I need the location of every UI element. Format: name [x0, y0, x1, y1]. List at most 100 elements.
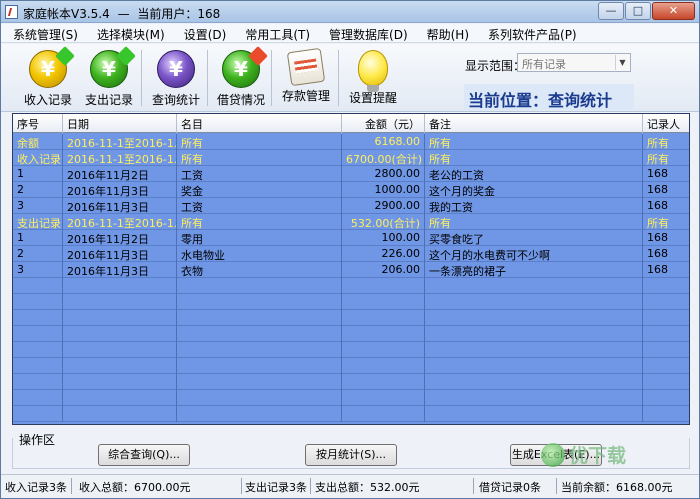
status-divider [556, 478, 557, 494]
cell-amount: 6168.00 [342, 134, 425, 150]
toolbar-separator [338, 50, 339, 106]
cell-index [13, 358, 63, 374]
cell-item [177, 406, 342, 422]
cell-date: 2016年11月3日 [63, 182, 177, 198]
cell-amount [342, 326, 425, 342]
cell-recorder [643, 374, 689, 390]
records-table: 序号 日期 名目 金额（元） 备注 记录人 余额 2016-11-1至2016-1… [12, 113, 690, 425]
cell-index [13, 326, 63, 342]
loan-status-button[interactable]: ¥ 借贷情况 [209, 46, 273, 108]
table-row[interactable]: 3 2016年11月3日 工资 2900.00 我的工资 168 [13, 198, 689, 214]
cell-amount [342, 358, 425, 374]
cell-recorder [643, 342, 689, 358]
table-row[interactable]: 收入记录 2016-11-1至2016-1... 所有 6700.00(合计) 所有 所有 [13, 150, 689, 166]
cell-note [425, 390, 643, 406]
close-button[interactable]: ✕ [652, 2, 695, 20]
expense-record-button[interactable]: ¥ 支出记录 [77, 46, 141, 108]
cell-date [63, 358, 177, 374]
tool-label: 存款管理 [281, 89, 330, 103]
table-row[interactable] [13, 310, 689, 326]
cell-index: 1 [13, 166, 63, 182]
toolbar: ¥ 收入记录 ¥ 支出记录 ¥ 查询统计 ¥ 借贷情况 存款管理 设置提醒 显示… [1, 44, 699, 112]
combined-query-button[interactable]: 综合查询(Q)... [98, 444, 190, 466]
app-icon [5, 5, 18, 19]
cell-note [425, 358, 643, 374]
cell-item [177, 374, 342, 390]
menu-system[interactable]: 系统管理(S) [1, 24, 85, 42]
table-row[interactable] [13, 374, 689, 390]
minimize-button[interactable]: — [598, 2, 624, 20]
cell-date: 2016年11月3日 [63, 198, 177, 214]
cell-note [425, 326, 643, 342]
table-row[interactable]: 3 2016年11月3日 衣物 206.00 一条漂亮的裙子 168 [13, 262, 689, 278]
table-row[interactable]: 支出记录 2016-11-1至2016-1... 所有 532.00(合计) 所有 所有 [13, 214, 689, 230]
table-row[interactable]: 1 2016年11月2日 零用 100.00 买零食吃了 168 [13, 230, 689, 246]
cell-note [425, 342, 643, 358]
cell-item [177, 390, 342, 406]
cell-amount: 6700.00(合计) [342, 150, 425, 166]
table-row[interactable] [13, 406, 689, 422]
cell-index [13, 310, 63, 326]
chevron-down-icon[interactable]: ▼ [615, 55, 629, 70]
cell-item: 工资 [177, 198, 342, 214]
query-magnifier-icon: ¥ [157, 50, 195, 88]
cell-date: 2016-11-1至2016-1... [63, 214, 177, 230]
col-note[interactable]: 备注 [425, 114, 643, 133]
table-row[interactable]: 1 2016年11月2日 工资 2800.00 老公的工资 168 [13, 166, 689, 182]
menu-module[interactable]: 选择模块(M) [85, 24, 172, 42]
expense-count: 支出记录3条 [245, 481, 307, 494]
range-value: 所有记录 [522, 58, 566, 71]
col-index[interactable]: 序号 [13, 114, 63, 133]
cell-note: 老公的工资 [425, 166, 643, 182]
table-row[interactable]: 2 2016年11月3日 奖金 1000.00 这个月的奖金 168 [13, 182, 689, 198]
range-select[interactable]: 所有记录 ▼ [517, 53, 631, 72]
menu-settings[interactable]: 设置(D) [172, 24, 234, 42]
title-separator: — [117, 7, 130, 21]
table-row[interactable] [13, 390, 689, 406]
monthly-stats-button[interactable]: 按月统计(S)... [305, 444, 397, 466]
table-row[interactable] [13, 278, 689, 294]
cell-item [177, 294, 342, 310]
income-record-button[interactable]: ¥ 收入记录 [16, 46, 80, 108]
menu-products[interactable]: 系列软件产品(P) [476, 24, 584, 42]
cell-note: 一条漂亮的裙子 [425, 262, 643, 278]
cell-index [13, 406, 63, 422]
maximize-button[interactable]: □ [625, 2, 651, 20]
col-item[interactable]: 名目 [177, 114, 342, 133]
col-recorder[interactable]: 记录人 [643, 114, 689, 133]
table-row[interactable] [13, 294, 689, 310]
table-row[interactable] [13, 342, 689, 358]
menu-tools[interactable]: 常用工具(T) [233, 24, 317, 42]
app-title: 家庭帐本V3.5.4 [23, 7, 110, 21]
menu-bar: 系统管理(S) 选择模块(M) 设置(D) 常用工具(T) 管理数据库(D) 帮… [1, 24, 699, 43]
cell-note: 所有 [425, 150, 643, 166]
title-bar[interactable]: 家庭帐本V3.5.4 — 当前用户：168 — □ ✕ [1, 1, 699, 23]
cell-item [177, 326, 342, 342]
cell-date [63, 342, 177, 358]
current-user: 当前用户：168 [137, 7, 221, 21]
deposit-manage-button[interactable]: 存款管理 [274, 46, 338, 108]
cell-date: 2016年11月2日 [63, 230, 177, 246]
col-date[interactable]: 日期 [63, 114, 177, 133]
loan-count: 借贷记录0条 [479, 481, 541, 494]
cell-item: 水电物业 [177, 246, 342, 262]
loan-coin-icon: ¥ [222, 46, 268, 88]
toolbar-separator [141, 50, 142, 106]
table-row[interactable] [13, 358, 689, 374]
cell-amount: 2900.00 [342, 198, 425, 214]
table-row[interactable]: 2 2016年11月3日 水电物业 226.00 这个月的水电费可不少啊 168 [13, 246, 689, 262]
menu-help[interactable]: 帮助(H) [415, 24, 476, 42]
table-row[interactable] [13, 326, 689, 342]
current-location: 当前位置：查询统计 [464, 84, 634, 110]
set-reminder-button[interactable]: 设置提醒 [341, 46, 405, 108]
cell-index [13, 342, 63, 358]
toolbar-separator [207, 50, 208, 106]
cell-index [13, 390, 63, 406]
menu-database[interactable]: 管理数据库(D) [317, 24, 415, 42]
query-stats-button[interactable]: ¥ 查询统计 [144, 46, 208, 108]
col-amount[interactable]: 金额（元） [342, 114, 425, 133]
cell-amount: 100.00 [342, 230, 425, 246]
cell-recorder [643, 358, 689, 374]
table-row[interactable]: 余额 2016-11-1至2016-1... 所有 6168.00 所有 所有 [13, 134, 689, 150]
cell-amount [342, 294, 425, 310]
